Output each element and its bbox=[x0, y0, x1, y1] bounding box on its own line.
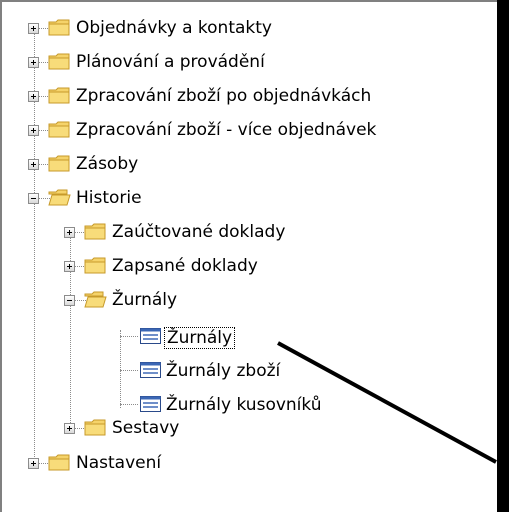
form-icon bbox=[140, 328, 161, 344]
navigation-tree[interactable]: Objednávky a kontakty Plánování a provád… bbox=[0, 0, 497, 512]
form-icon bbox=[140, 362, 161, 378]
expand-icon[interactable] bbox=[28, 458, 39, 469]
tree-node-label: Žurnály bbox=[112, 290, 178, 310]
folder-closed-icon bbox=[84, 256, 107, 275]
folder-closed-icon bbox=[48, 18, 71, 37]
tree-node-label-selected: Žurnály bbox=[164, 327, 236, 349]
folder-open-icon bbox=[84, 290, 107, 309]
form-icon bbox=[140, 396, 161, 412]
folder-open-icon bbox=[48, 188, 71, 207]
folder-closed-icon bbox=[84, 418, 107, 437]
expand-icon[interactable] bbox=[28, 125, 39, 136]
tree-node-label: Zpracování zboží po objednávkách bbox=[76, 86, 372, 106]
expand-icon[interactable] bbox=[64, 261, 75, 272]
tree-node-label: Objednávky a kontakty bbox=[76, 18, 272, 38]
expand-icon[interactable] bbox=[64, 423, 75, 434]
tree-node-label: Historie bbox=[76, 188, 142, 208]
folder-closed-icon bbox=[48, 453, 71, 472]
expand-icon[interactable] bbox=[28, 91, 39, 102]
tree-node-zasoby[interactable]: Zásoby bbox=[2, 151, 497, 185]
folder-closed-icon bbox=[48, 52, 71, 71]
tree-node-label: Žurnály zboží bbox=[166, 361, 281, 381]
folder-closed-icon bbox=[48, 120, 71, 139]
folder-closed-icon bbox=[48, 86, 71, 105]
tree-node-historie[interactable]: Historie bbox=[2, 185, 497, 219]
tree-node-sestavy[interactable]: Sestavy bbox=[2, 415, 497, 449]
expand-icon[interactable] bbox=[28, 23, 39, 34]
tree-node-zauctovane[interactable]: Zaúčtované doklady bbox=[2, 219, 497, 253]
tree-node-label: Zapsané doklady bbox=[112, 256, 258, 276]
folder-closed-icon bbox=[48, 154, 71, 173]
tree-node-label: Sestavy bbox=[112, 418, 180, 438]
tree-node-zurnaly-zbozi[interactable]: Žurnály zboží bbox=[2, 355, 497, 389]
tree-node-planovani[interactable]: Plánování a provádění bbox=[2, 49, 497, 83]
tree-node-zurnaly-folder[interactable]: Žurnály bbox=[2, 287, 497, 321]
collapse-icon[interactable] bbox=[28, 193, 39, 204]
tree-node-objednavky[interactable]: Objednávky a kontakty bbox=[2, 15, 497, 49]
tree-node-label: Zaúčtované doklady bbox=[112, 222, 286, 242]
collapse-icon[interactable] bbox=[64, 295, 75, 306]
tree-node-zpracovani-po[interactable]: Zpracování zboží po objednávkách bbox=[2, 83, 497, 117]
vertical-scrollbar[interactable] bbox=[497, 0, 509, 512]
tree-node-label: Žurnály kusovníků bbox=[166, 395, 322, 415]
folder-closed-icon bbox=[84, 222, 107, 241]
tree-node-label: Plánování a provádění bbox=[76, 52, 265, 72]
tree-node-label: Zásoby bbox=[76, 154, 139, 174]
tree-node-nastaveni[interactable]: Nastavení bbox=[2, 450, 497, 484]
expand-icon[interactable] bbox=[28, 159, 39, 170]
tree-node-label: Nastavení bbox=[76, 453, 162, 473]
expand-icon[interactable] bbox=[28, 57, 39, 68]
tree-node-zapsane[interactable]: Zapsané doklady bbox=[2, 253, 497, 287]
expand-icon[interactable] bbox=[64, 227, 75, 238]
tree-node-zpracovani-vice[interactable]: Zpracování zboží - více objednávek bbox=[2, 117, 497, 151]
tree-node-zurnaly[interactable]: Žurnály bbox=[2, 321, 497, 355]
tree-node-label: Zpracování zboží - více objednávek bbox=[76, 120, 377, 140]
